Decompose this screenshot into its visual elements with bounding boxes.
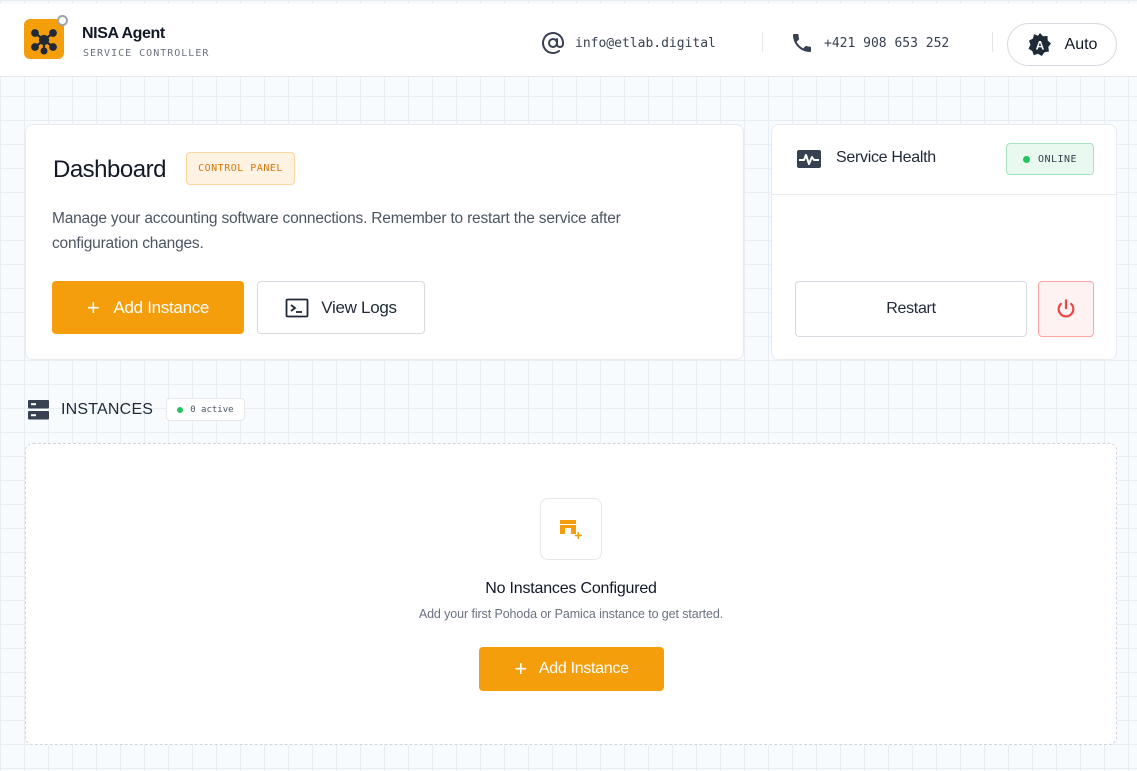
instances-label: INSTANCES [61,400,154,418]
plus-icon: + [514,656,527,681]
view-logs-label: View Logs [321,297,397,317]
top-header: NISA Agent SERVICE CONTROLLER info@etlab… [0,4,1137,77]
divider [762,32,763,52]
theme-label: Auto [1064,35,1098,53]
empty-state-subtitle: Add your first Pohoda or Pamica instance… [418,607,724,621]
instances-empty-state: No Instances Configured Add your first P… [25,443,1117,745]
add-instance-button[interactable]: + Add Instance [52,281,244,334]
service-health-title: Service Health [836,149,936,166]
view-logs-button[interactable]: View Logs [257,281,425,334]
status-text: ONLINE [1037,153,1078,165]
theme-icon-letter: A [1035,38,1044,52]
add-instance-empty-button[interactable]: + Add Instance [479,647,664,691]
empty-state-title: No Instances Configured [485,580,657,597]
active-count-badge: 0 active [166,398,245,421]
dashboard-card: Dashboard CONTROL PANEL Manage your acco… [25,124,744,360]
phone-text: +421 908 653 252 [824,35,950,51]
network-nodes-icon [24,15,68,59]
add-instance-empty-label: Add Instance [538,660,629,677]
email-text: info@etlab.digital [575,35,716,51]
plus-icon: + [86,294,100,320]
at-sign-icon [542,32,564,54]
power-icon [1057,299,1075,318]
auto-theme-icon: A [1028,32,1051,56]
status-dot [57,15,68,26]
divider [992,32,993,52]
instances-header: INSTANCES 0 active [28,398,245,421]
store-add-icon [540,498,602,560]
active-count-text: 0 active [190,404,234,415]
brand-name: NISA Agent [82,25,165,42]
activity-icon [797,150,821,168]
email-contact[interactable]: info@etlab.digital [541,31,716,55]
active-dot [177,406,184,413]
add-instance-label: Add Instance [113,297,210,317]
control-panel-badge: CONTROL PANEL [186,152,295,185]
server-icon [28,399,49,419]
stop-service-button[interactable] [1038,281,1094,337]
status-badge: ONLINE [1006,143,1094,175]
service-health-header: Service Health ONLINE [772,125,1116,195]
service-health-card: Service Health ONLINE Restart [771,124,1117,360]
brand-subtitle: SERVICE CONTROLLER [83,48,210,59]
phone-icon [793,34,811,52]
phone-contact[interactable]: +421 908 653 252 [790,31,949,55]
theme-toggle-button[interactable]: A Auto [1007,23,1117,66]
dashboard-description: Manage your accounting software connecti… [52,210,621,252]
online-dot [1022,155,1030,163]
restart-button[interactable]: Restart [795,281,1027,337]
terminal-icon [285,298,309,317]
page-title: Dashboard [53,156,166,183]
